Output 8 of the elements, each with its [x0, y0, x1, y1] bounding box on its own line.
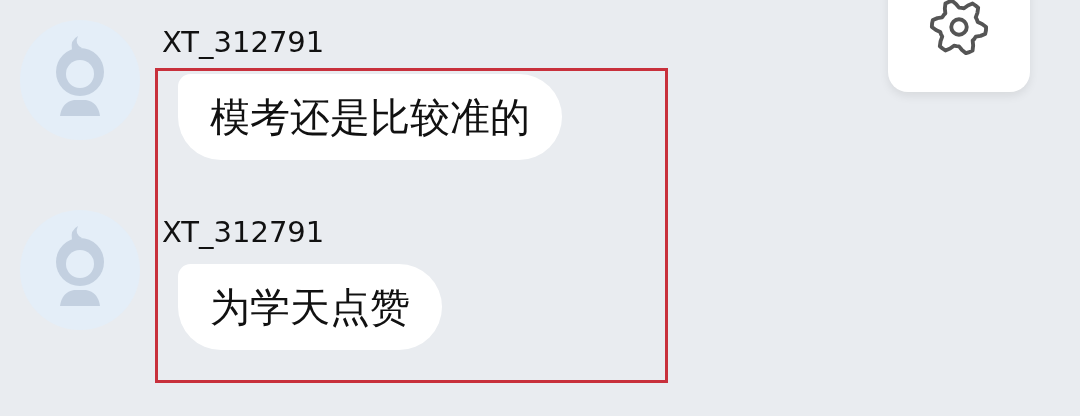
message-bubble: 为学天点赞 [178, 264, 442, 350]
settings-button[interactable] [888, 0, 1030, 92]
settings-icon [928, 0, 990, 58]
avatar-icon [20, 210, 140, 330]
message-bubble: 模考还是比较准的 [178, 74, 562, 160]
sender-name: XT_312791 [162, 24, 326, 60]
sender-name: XT_312791 [162, 214, 326, 250]
avatar-icon [20, 20, 140, 140]
